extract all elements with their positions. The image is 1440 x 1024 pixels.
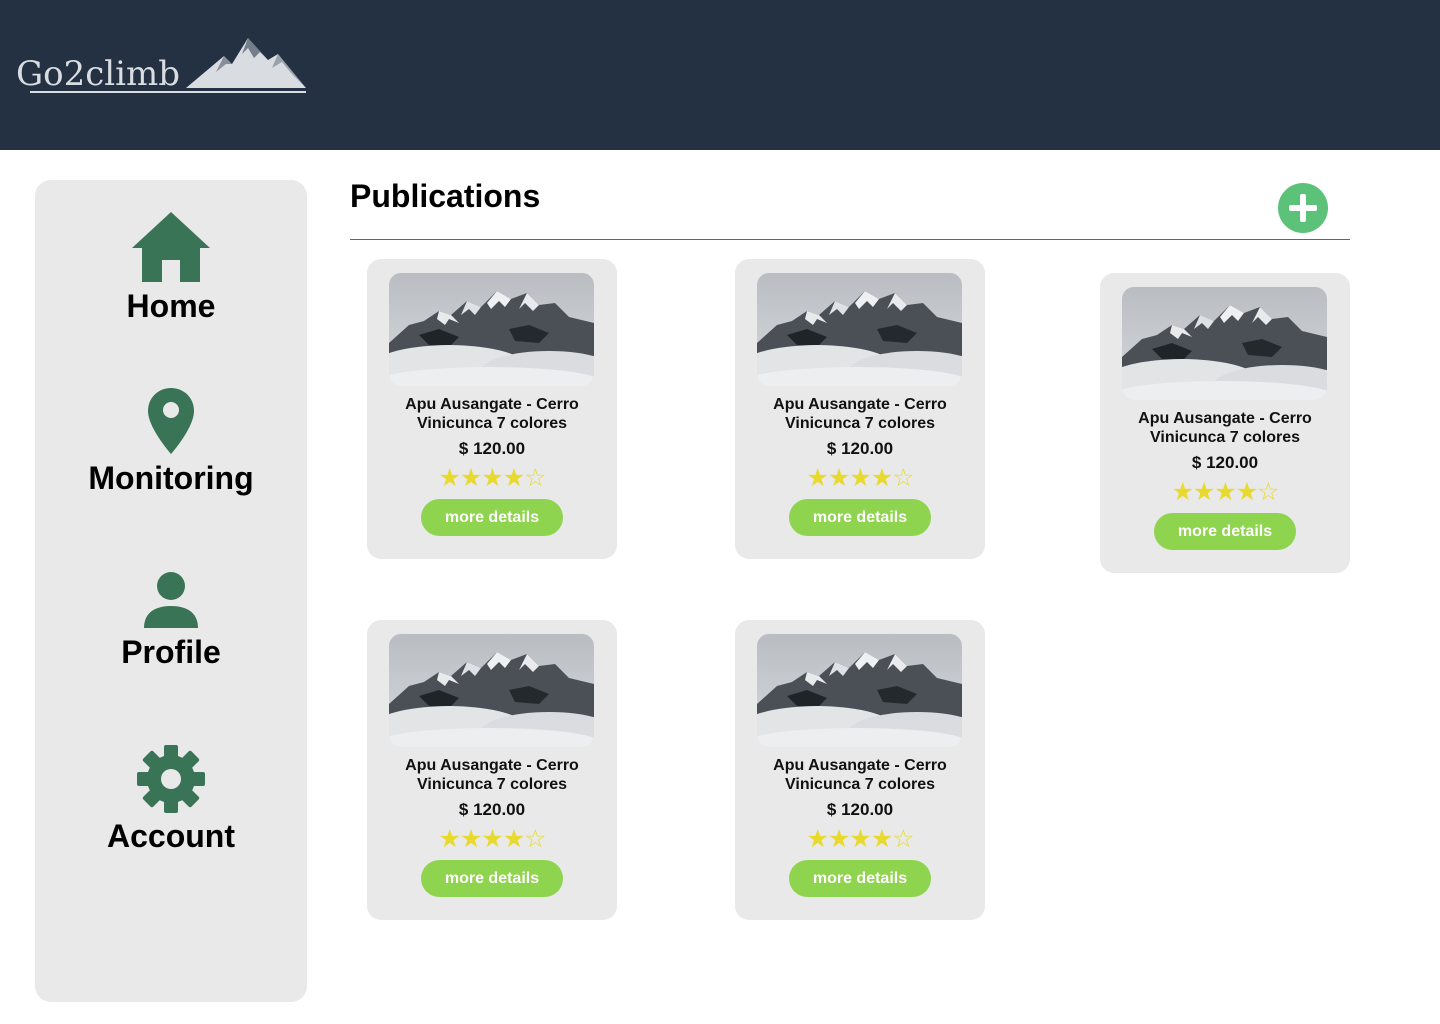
sidebar-item-label: Profile: [121, 634, 221, 670]
mountain-logo-icon: [30, 38, 306, 93]
mountain-photo: [757, 273, 962, 386]
publication-name: Apu Ausangate - Cerro Vinicunca 7 colore…: [1100, 409, 1350, 447]
sidebar-item-label: Monitoring: [88, 460, 254, 496]
publication-name: Apu Ausangate - Cerro Vinicunca 7 colore…: [367, 756, 617, 794]
gear-icon: [137, 745, 205, 813]
mountain-photo: [389, 634, 594, 747]
publication-name-line1: Apu Ausangate - Cerro: [773, 757, 947, 774]
sidebar-item-home[interactable]: Home: [35, 210, 307, 325]
publication-name-line2: Vinicunca 7 colores: [1150, 429, 1300, 446]
publication-card: Apu Ausangate - Cerro Vinicunca 7 colore…: [735, 620, 985, 920]
publication-price: $ 120.00: [1191, 453, 1259, 472]
publication-name-line2: Vinicunca 7 colores: [785, 776, 935, 793]
star-empty-icon: ☆: [1257, 478, 1279, 506]
publication-name-line2: Vinicunca 7 colores: [417, 776, 567, 793]
star-rating: ★★★★☆: [735, 826, 985, 852]
star-rating: ★★★★☆: [735, 465, 985, 491]
star-filled-icon: ★: [806, 464, 828, 492]
star-filled-icon: ★: [827, 825, 850, 853]
mountain-image: [389, 634, 594, 747]
sidebar: Home Monitoring Profile Account: [35, 180, 307, 1002]
star-empty-icon: ☆: [892, 825, 914, 853]
sidebar-item-profile[interactable]: Profile: [35, 570, 307, 671]
star-filled-icon: ★: [870, 464, 893, 492]
star-rating: ★★★★☆: [1100, 479, 1350, 505]
star-empty-icon: ☆: [524, 464, 546, 492]
star-filled-icon: ★: [870, 825, 893, 853]
publication-name-line2: Vinicunca 7 colores: [417, 415, 567, 432]
publication-card: Apu Ausangate - Cerro Vinicunca 7 colore…: [735, 259, 985, 559]
star-filled-icon: ★: [438, 825, 460, 853]
publication-name: Apu Ausangate - Cerro Vinicunca 7 colore…: [735, 756, 985, 794]
publication-name-line2: Vinicunca 7 colores: [785, 415, 935, 432]
more-details-button[interactable]: more details: [421, 499, 563, 536]
star-filled-icon: ★: [502, 464, 525, 492]
go2climb-logo[interactable]: Go2climb: [16, 34, 316, 100]
star-empty-icon: ☆: [524, 825, 546, 853]
publication-card: Apu Ausangate - Cerro Vinicunca 7 colore…: [367, 259, 617, 559]
publication-name-line1: Apu Ausangate - Cerro: [405, 396, 579, 413]
location-pin-icon: [148, 388, 194, 454]
star-filled-icon: ★: [827, 464, 850, 492]
page-title: Publications: [350, 178, 541, 214]
star-filled-icon: ★: [806, 825, 828, 853]
star-filled-icon: ★: [481, 464, 503, 492]
publication-price: $ 120.00: [458, 800, 526, 819]
publication-card: Apu Ausangate - Cerro Vinicunca 7 colore…: [1100, 273, 1350, 573]
user-icon: [144, 572, 198, 628]
top-header: Go2climb: [0, 0, 1440, 150]
publication-name-line1: Apu Ausangate - Cerro: [405, 757, 579, 774]
star-filled-icon: ★: [1171, 478, 1193, 506]
publication-name: Apu Ausangate - Cerro Vinicunca 7 colore…: [367, 395, 617, 433]
mountain-image: [757, 273, 962, 386]
mountain-photo: [389, 273, 594, 386]
publication-name-line1: Apu Ausangate - Cerro: [773, 396, 947, 413]
publication-price: $ 120.00: [826, 800, 894, 819]
publication-price: $ 120.00: [826, 439, 894, 458]
mountain-image: [757, 634, 962, 747]
more-details-button[interactable]: more details: [421, 860, 563, 897]
sidebar-item-monitoring[interactable]: Monitoring: [35, 386, 307, 497]
star-rating: ★★★★☆: [367, 465, 617, 491]
star-filled-icon: ★: [438, 464, 460, 492]
star-filled-icon: ★: [459, 825, 482, 853]
publication-name-line1: Apu Ausangate - Cerro: [1138, 410, 1312, 427]
star-filled-icon: ★: [1235, 478, 1258, 506]
publication-name: Apu Ausangate - Cerro Vinicunca 7 colore…: [735, 395, 985, 433]
sidebar-item-label: Account: [107, 818, 235, 854]
star-filled-icon: ★: [849, 825, 871, 853]
publication-price: $ 120.00: [458, 439, 526, 458]
mountain-photo: [1122, 287, 1327, 400]
star-filled-icon: ★: [502, 825, 525, 853]
more-details-button[interactable]: more details: [789, 499, 931, 536]
sidebar-item-label: Home: [126, 288, 216, 324]
mountain-image: [1122, 287, 1327, 400]
mountain-photo: [757, 634, 962, 747]
star-filled-icon: ★: [1214, 478, 1236, 506]
publication-card: Apu Ausangate - Cerro Vinicunca 7 colore…: [367, 620, 617, 920]
home-icon: [132, 212, 210, 282]
star-empty-icon: ☆: [892, 464, 914, 492]
star-filled-icon: ★: [849, 464, 871, 492]
sidebar-item-account[interactable]: Account: [35, 744, 307, 855]
add-publication-button[interactable]: [1278, 183, 1328, 233]
star-filled-icon: ★: [1192, 478, 1215, 506]
mountain-image: [389, 273, 594, 386]
more-details-button[interactable]: more details: [1154, 513, 1296, 550]
star-filled-icon: ★: [481, 825, 503, 853]
star-rating: ★★★★☆: [367, 826, 617, 852]
star-filled-icon: ★: [459, 464, 482, 492]
more-details-button[interactable]: more details: [789, 860, 931, 897]
divider: [350, 239, 1350, 240]
